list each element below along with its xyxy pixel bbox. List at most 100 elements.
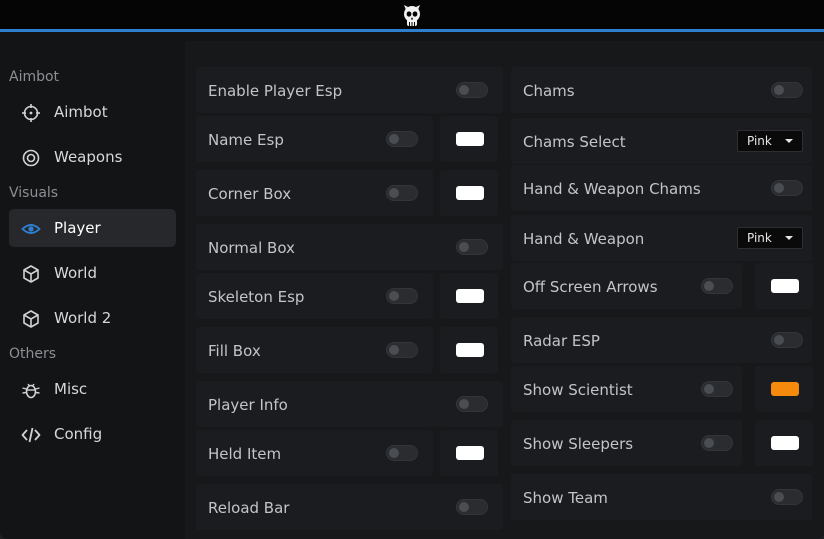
setting-label: Held Item xyxy=(208,445,282,463)
section-label-visuals: Visuals xyxy=(9,185,59,201)
sidebar-item-world[interactable]: World xyxy=(9,254,176,292)
skeleton-esp-color-card xyxy=(440,273,498,319)
setting-label: Show Sleepers xyxy=(523,435,634,453)
sidebar-item-label: World 2 xyxy=(54,309,112,327)
radar-esp-toggle[interactable] xyxy=(771,332,803,348)
show-scientist-toggle[interactable] xyxy=(701,381,733,397)
setting-label: Show Team xyxy=(523,489,608,507)
chams-toggle[interactable] xyxy=(771,82,803,98)
off-screen-arrows-toggle[interactable] xyxy=(701,278,733,294)
fill-box-toggle[interactable] xyxy=(386,342,418,358)
fill-box-color-card xyxy=(440,327,498,373)
player-info-toggle[interactable] xyxy=(456,396,488,412)
chams-select-dropdown[interactable]: Pink xyxy=(737,130,803,152)
fill-box-color-swatch[interactable] xyxy=(456,343,484,357)
dropdown-value: Pink xyxy=(747,231,772,245)
setting-row-chams: Chams xyxy=(511,67,812,113)
skull-logo-icon xyxy=(404,5,420,26)
setting-row-show-team: Show Team xyxy=(511,474,812,520)
held-item-toggle[interactable] xyxy=(386,445,418,461)
target-icon xyxy=(22,149,40,167)
setting-row-skeleton-esp: Skeleton Esp xyxy=(196,273,433,319)
held-item-color-card xyxy=(440,430,498,476)
show-sleepers-toggle[interactable] xyxy=(701,435,733,451)
show-sleepers-color-swatch[interactable] xyxy=(771,436,799,450)
chevron-down-icon xyxy=(785,236,793,240)
skeleton-esp-toggle[interactable] xyxy=(386,288,418,304)
hand-weapon-chams-toggle[interactable] xyxy=(771,180,803,196)
app-window: Aimbot Aimbot Weapons Visuals Player Wor… xyxy=(0,0,824,539)
cube-icon xyxy=(23,265,39,283)
sidebar-item-weapons[interactable]: Weapons xyxy=(9,138,176,176)
setting-row-hand-weapon: Hand & Weapon Pink xyxy=(511,215,812,261)
show-scientist-color-swatch[interactable] xyxy=(771,382,799,396)
setting-label: Chams xyxy=(523,82,575,100)
normal-box-toggle[interactable] xyxy=(456,239,488,255)
dropdown-value: Pink xyxy=(747,134,772,148)
setting-row-hand-weapon-chams: Hand & Weapon Chams xyxy=(511,165,812,211)
held-item-color-swatch[interactable] xyxy=(456,446,484,460)
setting-label: Skeleton Esp xyxy=(208,288,305,306)
setting-label: Hand & Weapon Chams xyxy=(523,180,701,198)
bug-icon xyxy=(22,383,40,399)
chevron-down-icon xyxy=(785,139,793,143)
enable-player-esp-toggle[interactable] xyxy=(456,82,488,98)
sidebar-item-label: Misc xyxy=(54,380,88,398)
corner-box-color-card xyxy=(440,170,498,216)
eye-icon xyxy=(21,224,41,234)
section-label-aimbot: Aimbot xyxy=(9,69,60,85)
name-esp-color-card xyxy=(440,116,498,162)
setting-row-show-scientist: Show Scientist xyxy=(511,366,742,412)
code-icon xyxy=(21,427,41,443)
setting-label: Radar ESP xyxy=(523,332,600,350)
sidebar-item-misc[interactable]: Misc xyxy=(9,370,176,408)
show-sleepers-color-card xyxy=(755,420,813,466)
setting-label: Off Screen Arrows xyxy=(523,278,658,296)
show-team-toggle[interactable] xyxy=(771,489,803,505)
show-scientist-color-card xyxy=(755,366,813,412)
name-esp-color-swatch[interactable] xyxy=(456,132,484,146)
crosshair-icon xyxy=(22,104,40,122)
reload-bar-toggle[interactable] xyxy=(456,499,488,515)
sidebar-item-label: Weapons xyxy=(54,148,123,166)
setting-label: Name Esp xyxy=(208,131,284,149)
hand-weapon-dropdown[interactable]: Pink xyxy=(737,227,803,249)
skeleton-esp-color-swatch[interactable] xyxy=(456,289,484,303)
title-bar[interactable] xyxy=(0,0,824,29)
setting-row-name-esp: Name Esp xyxy=(196,116,433,162)
setting-row-player-info: Player Info xyxy=(196,381,503,427)
name-esp-toggle[interactable] xyxy=(386,131,418,147)
setting-row-reload-bar: Reload Bar xyxy=(196,484,503,530)
setting-row-fill-box: Fill Box xyxy=(196,327,433,373)
setting-row-held-item: Held Item xyxy=(196,430,433,476)
setting-row-corner-box: Corner Box xyxy=(196,170,433,216)
setting-row-enable-player-esp: Enable Player Esp xyxy=(196,67,503,113)
corner-box-toggle[interactable] xyxy=(386,185,418,201)
sidebar-item-world-2[interactable]: World 2 xyxy=(9,299,176,337)
setting-label: Player Info xyxy=(208,396,288,414)
cube-icon xyxy=(23,310,39,328)
off-screen-arrows-color-swatch[interactable] xyxy=(771,279,799,293)
setting-row-show-sleepers: Show Sleepers xyxy=(511,420,742,466)
setting-row-radar-esp: Radar ESP xyxy=(511,317,812,363)
sidebar-item-player[interactable]: Player xyxy=(9,209,176,247)
sidebar-item-label: World xyxy=(54,264,97,282)
sidebar-item-aimbot[interactable]: Aimbot xyxy=(9,93,176,131)
sidebar-item-label: Aimbot xyxy=(54,103,108,121)
setting-label: Corner Box xyxy=(208,185,292,203)
setting-row-chams-select: Chams Select Pink xyxy=(511,118,812,164)
setting-label: Chams Select xyxy=(523,133,626,151)
sidebar-item-label: Config xyxy=(54,425,103,443)
setting-row-normal-box: Normal Box xyxy=(196,224,503,270)
corner-box-color-swatch[interactable] xyxy=(456,186,484,200)
setting-label: Fill Box xyxy=(208,342,261,360)
setting-label: Normal Box xyxy=(208,239,295,257)
section-label-others: Others xyxy=(9,346,57,362)
setting-label: Enable Player Esp xyxy=(208,82,343,100)
setting-label: Show Scientist xyxy=(523,381,633,399)
sidebar-item-label: Player xyxy=(54,219,101,237)
setting-label: Hand & Weapon xyxy=(523,230,645,248)
settings-panel: Enable Player Esp Name Esp Corner Box No… xyxy=(185,41,824,539)
sidebar-item-config[interactable]: Config xyxy=(9,415,176,453)
setting-label: Reload Bar xyxy=(208,499,290,517)
